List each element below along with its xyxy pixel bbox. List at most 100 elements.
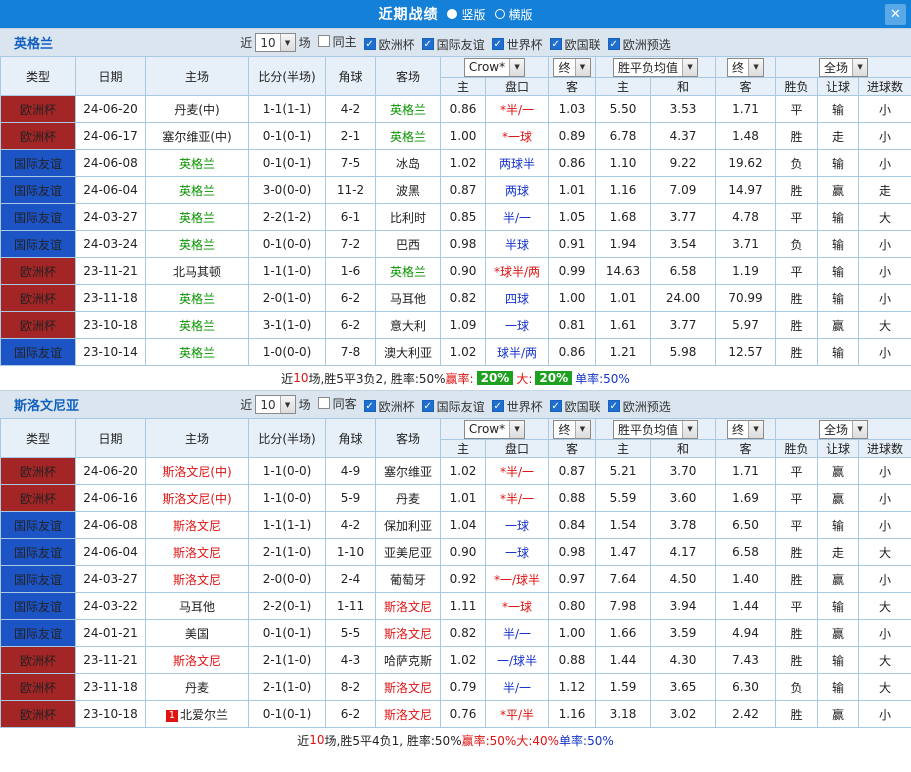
corners: 4-3 [325, 646, 376, 674]
match-date: 23-11-18 [75, 284, 146, 312]
summary-segment: 近 [297, 733, 310, 748]
match-type: 国际友谊 [0, 619, 76, 647]
filter-checkbox[interactable]: ✓ 欧国联 [549, 36, 601, 53]
checkbox-checked-icon: ✓ [549, 400, 562, 412]
corners: 8-2 [325, 673, 376, 701]
ah-handicap: 半球 [485, 230, 549, 258]
home-team: 丹麦 [145, 673, 249, 701]
col-handicap-result: 让球 [817, 77, 860, 96]
col-odds-draw: 和 [649, 439, 717, 458]
odds-stage-select[interactable]: 终 ▼ [727, 57, 765, 77]
filter-checkbox[interactable]: ✓ 欧洲预选 [607, 398, 671, 415]
away-team: 巴西 [375, 230, 441, 258]
ah-home-odds: 1.02 [440, 457, 486, 485]
odds-away-win: 1.44 [715, 592, 777, 620]
recent-count-select[interactable]: 10 ▼ [255, 395, 296, 414]
col-odds-away: 客 [715, 439, 777, 458]
ah-home-odds: 1.04 [440, 511, 486, 539]
score: 1-1(0-0) [248, 457, 326, 485]
radio-unselected-icon [494, 9, 505, 19]
odds-draw: 24.00 [649, 284, 717, 312]
ah-handicap: *球半/两 [485, 257, 549, 285]
layout-radio-vertical[interactable]: 竖版 [447, 6, 486, 23]
ah-stage-select[interactable]: 终 ▼ [553, 57, 591, 77]
match-type: 国际友谊 [0, 592, 76, 620]
home-team: 斯洛文尼(中) [145, 484, 249, 512]
result-handicap: 输 [817, 230, 860, 258]
result-wdl: 胜 [775, 619, 819, 647]
filter-checkbox[interactable]: ✓ 欧国联 [549, 398, 601, 415]
filter-checkbox[interactable]: ✓ 世界杯 [491, 36, 543, 53]
corners: 4-2 [325, 95, 376, 123]
odds-away-win: 70.99 [715, 284, 777, 312]
filter-checkbox-label: 欧国联 [564, 37, 601, 52]
filter-checkbox[interactable]: 同客 [317, 395, 357, 412]
ah-away-odds: 1.16 [548, 700, 596, 728]
filter-checkbox[interactable]: ✓ 欧洲预选 [607, 36, 671, 53]
scope-select[interactable]: 全场 ▼ [819, 419, 869, 439]
away-team: 哈萨克斯 [375, 646, 441, 674]
match-type: 欧洲杯 [0, 311, 76, 339]
match-date: 24-03-27 [75, 203, 146, 231]
bookmaker-select[interactable]: Crow* ▼ [463, 57, 526, 77]
result-goals: 小 [858, 484, 911, 512]
home-team: 英格兰 [145, 203, 249, 231]
filter-checkbox[interactable]: ✓ 国际友谊 [421, 398, 485, 415]
bookmaker-select[interactable]: Crow* ▼ [463, 419, 526, 439]
match-date: 23-10-18 [75, 311, 146, 339]
match-row: 欧洲杯 24-06-17 塞尔维亚(中) 0-1(0-1) 2-1 英格兰 1.00 *一球 0… [0, 122, 911, 150]
close-button[interactable]: ✕ [885, 4, 906, 25]
odds-away-win: 4.78 [715, 203, 777, 231]
recent-count-select[interactable]: 10 ▼ [255, 33, 296, 52]
ah-away-odds: 0.81 [548, 311, 596, 339]
score: 3-1(1-0) [248, 311, 326, 339]
result-goals: 小 [858, 565, 911, 593]
result-handicap: 输 [817, 203, 860, 231]
filter-checkbox-label: 欧洲预选 [622, 399, 671, 414]
score: 1-1(1-0) [248, 257, 326, 285]
col-goals: 进球数 [858, 439, 911, 458]
odds-home-win: 14.63 [595, 257, 651, 285]
filter-checkbox[interactable]: 同主 [317, 33, 357, 50]
match-row: 国际友谊 24-06-04 斯洛文尼 2-1(1-0) 1-10 亚美尼亚 0.90 一球 0.… [0, 538, 911, 566]
result-goals: 走 [858, 176, 911, 204]
corners: 6-2 [325, 700, 376, 728]
scope-select[interactable]: 全场 ▼ [819, 57, 869, 77]
summary-bar: 近 10 场,胜5平3负2, 胜率:50% 赢率: 20% 大: 20% 单率:50% [0, 366, 911, 390]
odds-away-win: 6.58 [715, 538, 777, 566]
layout-radio-horizontal[interactable]: 横版 [494, 6, 533, 23]
corners: 11-2 [325, 176, 376, 204]
ah-handicap: 半/一 [485, 619, 549, 647]
col-score: 比分(半场) [248, 56, 326, 96]
match-date: 23-11-18 [75, 673, 146, 701]
result-goals: 大 [858, 203, 911, 231]
ah-stage-select[interactable]: 终 ▼ [553, 419, 591, 439]
filter-checkbox[interactable]: ✓ 世界杯 [491, 398, 543, 415]
filter-checkbox[interactable]: ✓ 欧洲杯 [363, 36, 415, 53]
match-row: 欧洲杯 23-10-18 1 北爱尔兰 0-1(0-1) 6-2 斯洛文尼 0.76 *平/半 1… [0, 700, 911, 728]
home-team: 英格兰 [145, 176, 249, 204]
match-row: 国际友谊 24-06-04 英格兰 3-0(0-0) 11-2 波黑 0.87 两球 1.01 1… [0, 176, 911, 204]
odds-stage-select[interactable]: 终 ▼ [727, 419, 765, 439]
chevron-down-icon: ▼ [748, 58, 764, 76]
col-odds-home: 主 [595, 77, 651, 96]
away-team: 马耳他 [375, 284, 441, 312]
col-goals: 进球数 [858, 77, 911, 96]
away-team: 亚美尼亚 [375, 538, 441, 566]
odds-draw: 4.30 [649, 646, 717, 674]
table-controls-row: 类型 日期 主场 比分(半场) 角球 客场 Crow* ▼ 终 ▼ 胜平负均值 … [0, 56, 911, 96]
summary-segment: 场,胜5平3负2, 胜率:50% [308, 371, 446, 386]
filter-checkbox-label: 欧国联 [564, 399, 601, 414]
checkbox-checked-icon: ✓ [421, 38, 434, 50]
odds-type-select[interactable]: 胜平负均值 ▼ [613, 57, 699, 77]
filter-checkbox[interactable]: ✓ 国际友谊 [421, 36, 485, 53]
dialog-title: 近期战绩 [378, 7, 439, 23]
score: 1-0(0-0) [248, 338, 326, 366]
filter-checkbox[interactable]: ✓ 欧洲杯 [363, 398, 415, 415]
odds-type-select[interactable]: 胜平负均值 ▼ [613, 419, 699, 439]
result-goals: 大 [858, 673, 911, 701]
match-date: 23-10-18 [75, 700, 146, 728]
chevron-down-icon: ▼ [574, 420, 590, 438]
away-team: 斯洛文尼 [375, 619, 441, 647]
summary-segment: 赢率:50% [461, 733, 517, 748]
